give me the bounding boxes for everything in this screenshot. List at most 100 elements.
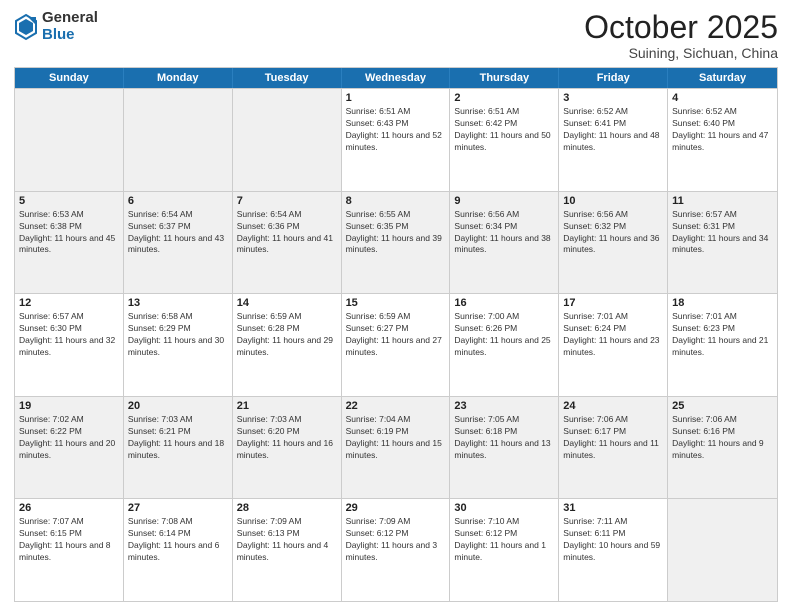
calendar-cell: 28Sunrise: 7:09 AM Sunset: 6:13 PM Dayli… bbox=[233, 499, 342, 601]
day-info: Sunrise: 6:55 AM Sunset: 6:35 PM Dayligh… bbox=[346, 209, 446, 257]
weekday-header: Friday bbox=[559, 68, 668, 88]
calendar-cell: 9Sunrise: 6:56 AM Sunset: 6:34 PM Daylig… bbox=[450, 192, 559, 294]
calendar-body: 1 Sunrise: 6:51 AM Sunset: 6:43 PM Daylig… bbox=[15, 88, 777, 601]
weekday-header: Sunday bbox=[15, 68, 124, 88]
day-number: 13 bbox=[128, 297, 228, 309]
day-info: Sunrise: 6:59 AM Sunset: 6:27 PM Dayligh… bbox=[346, 311, 446, 359]
day-info: Sunrise: 7:11 AM Sunset: 6:11 PM Dayligh… bbox=[563, 516, 663, 564]
day-number: 7 bbox=[237, 195, 337, 207]
calendar-cell: 25 Sunrise: 7:06 AM Sunset: 6:16 PM Dayli… bbox=[668, 397, 777, 499]
title-block: October 2025 Suining, Sichuan, China bbox=[584, 10, 778, 61]
day-number: 5 bbox=[19, 195, 119, 207]
calendar-cell: 30 Sunrise: 7:10 AM Sunset: 6:12 PM Dayli… bbox=[450, 499, 559, 601]
calendar-cell: 24 Sunrise: 7:06 AM Sunset: 6:17 PM Dayli… bbox=[559, 397, 668, 499]
weekday-header: Thursday bbox=[450, 68, 559, 88]
day-number: 24 bbox=[563, 400, 663, 412]
calendar-cell: 15Sunrise: 6:59 AM Sunset: 6:27 PM Dayli… bbox=[342, 294, 451, 396]
day-info: Sunrise: 6:51 AM Sunset: 6:43 PM Dayligh… bbox=[346, 106, 446, 154]
calendar-cell: 19 Sunrise: 7:02 AM Sunset: 6:22 PM Dayli… bbox=[15, 397, 124, 499]
calendar: SundayMondayTuesdayWednesdayThursdayFrid… bbox=[14, 67, 778, 602]
day-number: 8 bbox=[346, 195, 446, 207]
month-title: October 2025 bbox=[584, 10, 778, 45]
calendar-cell: 18 Sunrise: 7:01 AM Sunset: 6:23 PM Dayli… bbox=[668, 294, 777, 396]
day-info: Sunrise: 6:52 AM Sunset: 6:40 PM Dayligh… bbox=[672, 106, 773, 154]
calendar-cell: 2Sunrise: 6:51 AM Sunset: 6:42 PM Daylig… bbox=[450, 89, 559, 191]
day-number: 11 bbox=[672, 195, 773, 207]
day-info: Sunrise: 7:07 AM Sunset: 6:15 PM Dayligh… bbox=[19, 516, 119, 564]
calendar-row: 19 Sunrise: 7:02 AM Sunset: 6:22 PM Dayli… bbox=[15, 396, 777, 499]
day-info: Sunrise: 6:59 AM Sunset: 6:28 PM Dayligh… bbox=[237, 311, 337, 359]
day-number: 19 bbox=[19, 400, 119, 412]
calendar-cell: 12 Sunrise: 6:57 AM Sunset: 6:30 PM Dayli… bbox=[15, 294, 124, 396]
day-number: 23 bbox=[454, 400, 554, 412]
day-info: Sunrise: 6:54 AM Sunset: 6:37 PM Dayligh… bbox=[128, 209, 228, 257]
calendar-cell: 10 Sunrise: 6:56 AM Sunset: 6:32 PM Dayli… bbox=[559, 192, 668, 294]
day-number: 31 bbox=[563, 502, 663, 514]
day-info: Sunrise: 7:00 AM Sunset: 6:26 PM Dayligh… bbox=[454, 311, 554, 359]
day-info: Sunrise: 7:09 AM Sunset: 6:12 PM Dayligh… bbox=[346, 516, 446, 564]
day-number: 18 bbox=[672, 297, 773, 309]
logo: General Blue bbox=[14, 10, 98, 43]
day-number: 10 bbox=[563, 195, 663, 207]
day-number: 4 bbox=[672, 92, 773, 104]
header: General Blue October 2025 Suining, Sichu… bbox=[14, 10, 778, 61]
calendar-cell: 20 Sunrise: 7:03 AM Sunset: 6:21 PM Dayli… bbox=[124, 397, 233, 499]
calendar-cell: 8 Sunrise: 6:55 AM Sunset: 6:35 PM Daylig… bbox=[342, 192, 451, 294]
day-number: 27 bbox=[128, 502, 228, 514]
day-number: 3 bbox=[563, 92, 663, 104]
calendar-cell: 26 Sunrise: 7:07 AM Sunset: 6:15 PM Dayli… bbox=[15, 499, 124, 601]
calendar-header: SundayMondayTuesdayWednesdayThursdayFrid… bbox=[15, 68, 777, 88]
day-info: Sunrise: 7:03 AM Sunset: 6:21 PM Dayligh… bbox=[128, 414, 228, 462]
day-number: 20 bbox=[128, 400, 228, 412]
day-info: Sunrise: 7:01 AM Sunset: 6:24 PM Dayligh… bbox=[563, 311, 663, 359]
day-info: Sunrise: 7:10 AM Sunset: 6:12 PM Dayligh… bbox=[454, 516, 554, 564]
calendar-cell: 16 Sunrise: 7:00 AM Sunset: 6:26 PM Dayli… bbox=[450, 294, 559, 396]
day-number: 30 bbox=[454, 502, 554, 514]
calendar-cell bbox=[15, 89, 124, 191]
day-number: 21 bbox=[237, 400, 337, 412]
page: General Blue October 2025 Suining, Sichu… bbox=[0, 0, 792, 612]
calendar-row: 12 Sunrise: 6:57 AM Sunset: 6:30 PM Dayli… bbox=[15, 293, 777, 396]
day-number: 22 bbox=[346, 400, 446, 412]
day-number: 12 bbox=[19, 297, 119, 309]
day-info: Sunrise: 6:53 AM Sunset: 6:38 PM Dayligh… bbox=[19, 209, 119, 257]
day-info: Sunrise: 6:56 AM Sunset: 6:32 PM Dayligh… bbox=[563, 209, 663, 257]
calendar-cell: 17 Sunrise: 7:01 AM Sunset: 6:24 PM Dayli… bbox=[559, 294, 668, 396]
calendar-row: 26 Sunrise: 7:07 AM Sunset: 6:15 PM Dayli… bbox=[15, 498, 777, 601]
day-info: Sunrise: 7:02 AM Sunset: 6:22 PM Dayligh… bbox=[19, 414, 119, 462]
weekday-header: Wednesday bbox=[342, 68, 451, 88]
day-info: Sunrise: 7:06 AM Sunset: 6:16 PM Dayligh… bbox=[672, 414, 773, 462]
calendar-cell bbox=[124, 89, 233, 191]
calendar-cell: 1 Sunrise: 6:51 AM Sunset: 6:43 PM Daylig… bbox=[342, 89, 451, 191]
day-number: 17 bbox=[563, 297, 663, 309]
day-number: 29 bbox=[346, 502, 446, 514]
day-number: 1 bbox=[346, 92, 446, 104]
calendar-cell: 7 Sunrise: 6:54 AM Sunset: 6:36 PM Daylig… bbox=[233, 192, 342, 294]
calendar-row: 1 Sunrise: 6:51 AM Sunset: 6:43 PM Daylig… bbox=[15, 88, 777, 191]
calendar-cell: 4 Sunrise: 6:52 AM Sunset: 6:40 PM Daylig… bbox=[668, 89, 777, 191]
calendar-cell: 11 Sunrise: 6:57 AM Sunset: 6:31 PM Dayli… bbox=[668, 192, 777, 294]
logo-icon bbox=[14, 13, 38, 41]
day-number: 25 bbox=[672, 400, 773, 412]
day-number: 16 bbox=[454, 297, 554, 309]
calendar-cell: 23 Sunrise: 7:05 AM Sunset: 6:18 PM Dayli… bbox=[450, 397, 559, 499]
day-info: Sunrise: 7:05 AM Sunset: 6:18 PM Dayligh… bbox=[454, 414, 554, 462]
day-number: 26 bbox=[19, 502, 119, 514]
calendar-cell: 29 Sunrise: 7:09 AM Sunset: 6:12 PM Dayli… bbox=[342, 499, 451, 601]
day-info: Sunrise: 6:57 AM Sunset: 6:30 PM Dayligh… bbox=[19, 311, 119, 359]
calendar-cell: 27 Sunrise: 7:08 AM Sunset: 6:14 PM Dayli… bbox=[124, 499, 233, 601]
day-info: Sunrise: 6:58 AM Sunset: 6:29 PM Dayligh… bbox=[128, 311, 228, 359]
calendar-cell: 14Sunrise: 6:59 AM Sunset: 6:28 PM Dayli… bbox=[233, 294, 342, 396]
day-info: Sunrise: 7:08 AM Sunset: 6:14 PM Dayligh… bbox=[128, 516, 228, 564]
calendar-cell: 31 Sunrise: 7:11 AM Sunset: 6:11 PM Dayli… bbox=[559, 499, 668, 601]
day-info: Sunrise: 6:57 AM Sunset: 6:31 PM Dayligh… bbox=[672, 209, 773, 257]
day-info: Sunrise: 7:01 AM Sunset: 6:23 PM Dayligh… bbox=[672, 311, 773, 359]
calendar-cell bbox=[233, 89, 342, 191]
calendar-cell bbox=[668, 499, 777, 601]
calendar-cell: 5 Sunrise: 6:53 AM Sunset: 6:38 PM Daylig… bbox=[15, 192, 124, 294]
day-info: Sunrise: 6:54 AM Sunset: 6:36 PM Dayligh… bbox=[237, 209, 337, 257]
day-info: Sunrise: 7:06 AM Sunset: 6:17 PM Dayligh… bbox=[563, 414, 663, 462]
day-number: 9 bbox=[454, 195, 554, 207]
day-info: Sunrise: 6:52 AM Sunset: 6:41 PM Dayligh… bbox=[563, 106, 663, 154]
day-info: Sunrise: 6:51 AM Sunset: 6:42 PM Dayligh… bbox=[454, 106, 554, 154]
